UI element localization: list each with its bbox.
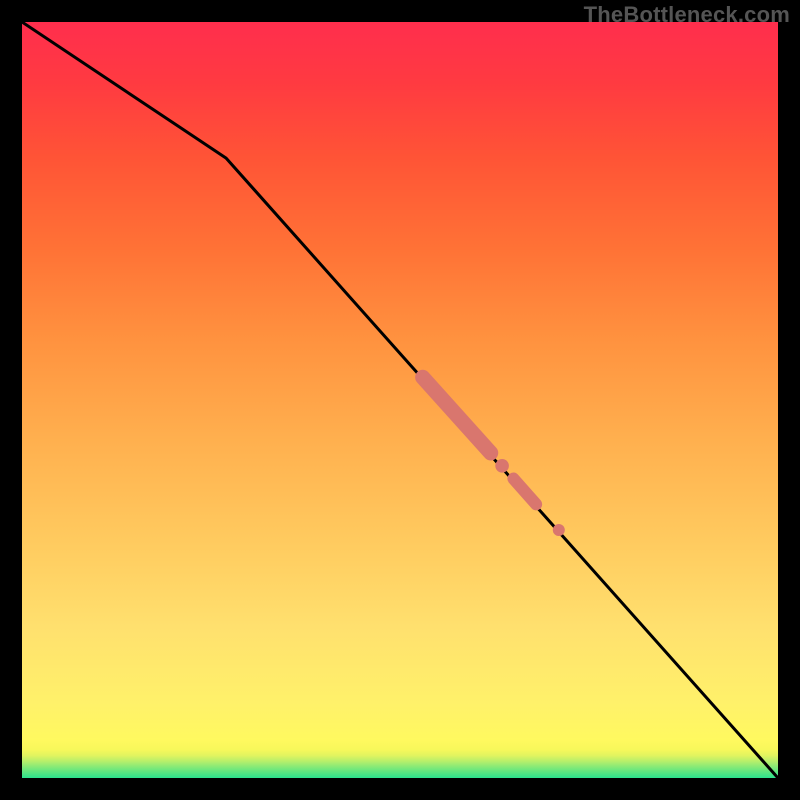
curve-markers (423, 377, 565, 536)
chart-svg (22, 22, 778, 778)
plot-area (22, 22, 778, 778)
curve-line (22, 22, 778, 778)
chart-frame: TheBottleneck.com (0, 0, 800, 800)
